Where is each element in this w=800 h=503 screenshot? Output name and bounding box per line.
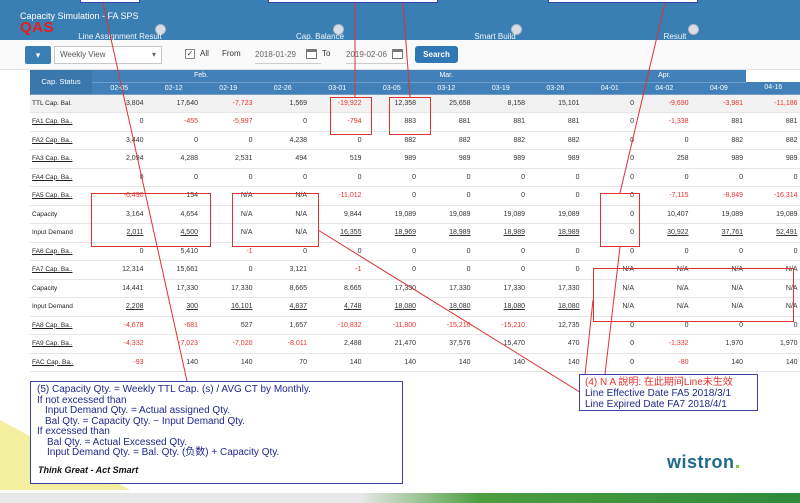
- slide: Capacity Simulation - FA SPS QAS Line As…: [0, 0, 800, 503]
- note-line: Input Demand Qty. = Bal. Qty. (负数) + Cap…: [47, 447, 280, 458]
- annotation-line: [604, 246, 621, 375]
- logo-text: wistron: [667, 452, 735, 472]
- note-line: Input Demand Qty. = Actual assigned Qty.: [45, 405, 231, 416]
- footer-bar: [0, 493, 800, 503]
- note-title: (4) N A 說明: 在此期间Line未生效: [585, 377, 733, 388]
- annotation-line: [317, 229, 584, 395]
- note-line: If excessed than: [37, 426, 110, 437]
- note-line: Line Expired Date FA7 2018/4/1: [585, 399, 727, 410]
- note-line: Line Effective Date FA5 2018/3/1: [585, 388, 732, 399]
- annotation-line: [402, 2, 411, 98]
- annotation-line: [102, 2, 188, 382]
- annotation-line: [619, 2, 666, 194]
- wistron-logo: wistron: [667, 452, 739, 473]
- tagline: Think Great - Act Smart: [38, 465, 139, 475]
- logo-dot: [735, 465, 739, 468]
- note-line: (5) Capacity Qty. = Weekly TTL Cap. (s) …: [37, 384, 311, 395]
- na-explanation-note: (4) N A 說明: 在此期间Line未生效 Line Effective D…: [579, 374, 758, 411]
